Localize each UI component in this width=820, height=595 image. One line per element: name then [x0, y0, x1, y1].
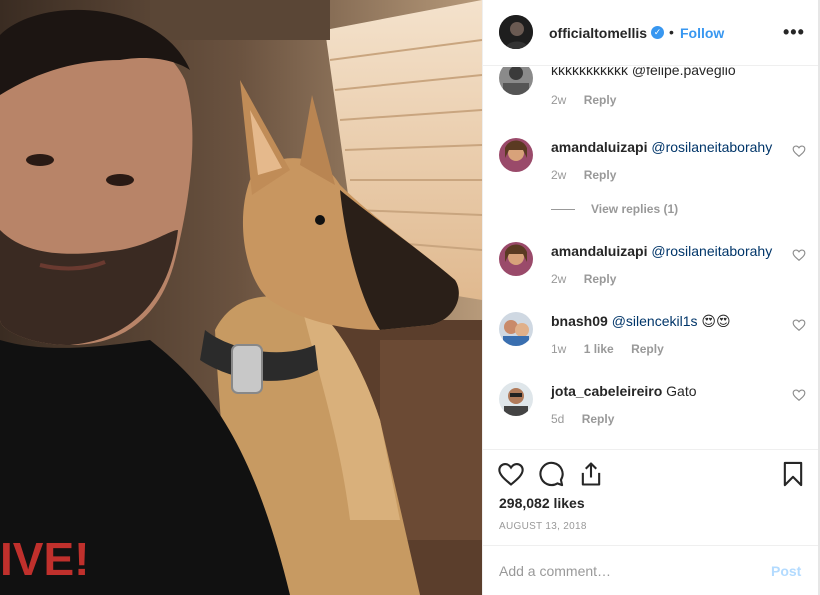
reply-button[interactable]: Reply	[631, 342, 664, 356]
avatar-image	[499, 138, 533, 172]
view-replies-button[interactable]: View replies (1)	[551, 202, 678, 216]
comments-list[interactable]: kkkkkkkkkkk @felipe.paveglio 2w Reply am…	[483, 67, 819, 449]
post-comment-button[interactable]: Post	[771, 563, 801, 579]
view-replies-line	[551, 209, 575, 211]
follow-button[interactable]: Follow	[680, 25, 724, 41]
post-header: officialtomellis ✓ • Follow •••	[483, 0, 819, 66]
comment-icon[interactable]	[537, 460, 565, 488]
comment-mention[interactable]: @silencekil1s	[612, 313, 698, 329]
comment-meta: 2w Reply	[551, 272, 630, 286]
comment-text: jota_cabeleireiro Gato	[551, 382, 697, 400]
post-photo[interactable]: IVE!	[0, 0, 482, 595]
commenter-username[interactable]: amandaluizapi	[551, 243, 647, 259]
comment-text: amandaluizapi @rosilaneitaborahy	[551, 138, 772, 156]
heart-icon[interactable]	[792, 318, 806, 332]
share-icon[interactable]	[577, 460, 605, 488]
avatar-image	[499, 382, 533, 416]
avatar-image	[499, 15, 533, 49]
reply-button[interactable]: Reply	[584, 272, 617, 286]
commenter-avatar[interactable]	[499, 382, 533, 416]
post-actions: 298,082 likes AUGUST 13, 2018	[483, 449, 819, 545]
heart-icon[interactable]	[792, 144, 806, 158]
author-avatar[interactable]	[499, 15, 533, 49]
comment-meta: 1w 1 like Reply	[551, 342, 678, 356]
commenter-avatar[interactable]	[499, 312, 533, 346]
comment-likes-count[interactable]: 1 like	[584, 342, 614, 356]
comment-body[interactable]: kkkkkkkkkkk @felipe.paveglio	[551, 67, 736, 78]
more-options-icon[interactable]: •••	[783, 22, 805, 43]
shirt-print-text: IVE!	[0, 533, 89, 585]
comment-text: kkkkkkkkkkk @felipe.paveglio	[551, 67, 736, 79]
commenter-username[interactable]: bnash09	[551, 313, 608, 329]
comment-age[interactable]: 2w	[551, 168, 566, 182]
post-detail-panel: officialtomellis ✓ • Follow ••• kkkkkkkk…	[482, 0, 819, 595]
commenter-username[interactable]: amandaluizapi	[551, 139, 647, 155]
photo-illustration: IVE!	[0, 0, 482, 595]
comment-text: amandaluizapi @rosilaneitaborahy	[551, 242, 772, 260]
comment-age[interactable]: 2w	[551, 93, 566, 107]
comment-body: Gato	[666, 383, 697, 399]
reply-button[interactable]: Reply	[582, 412, 615, 426]
heart-icon[interactable]	[792, 388, 806, 402]
comment-emoji: 😍😍	[701, 313, 731, 329]
author-username[interactable]: officialtomellis	[549, 25, 647, 41]
commenter-username[interactable]: jota_cabeleireiro	[551, 383, 662, 399]
comment-age[interactable]: 2w	[551, 272, 566, 286]
add-comment-input[interactable]	[499, 560, 749, 582]
comment-item: kkkkkkkkkkk @felipe.paveglio 2w Reply	[483, 67, 819, 121]
commenter-avatar[interactable]	[499, 67, 533, 95]
commenter-avatar[interactable]	[499, 242, 533, 276]
comment-meta: 2w Reply	[551, 168, 630, 182]
add-comment-bar: Post	[483, 545, 819, 595]
comment-mention[interactable]: @rosilaneitaborahy	[651, 139, 772, 155]
avatar-image	[499, 67, 533, 95]
likes-count[interactable]: 298,082 likes	[499, 495, 585, 511]
comment-item: amandaluizapi @rosilaneitaborahy 2w Repl…	[483, 138, 819, 198]
view-replies-label: View replies (1)	[591, 202, 679, 216]
comment-mention[interactable]: @rosilaneitaborahy	[651, 243, 772, 259]
comment-meta: 5d Reply	[551, 412, 628, 426]
comment-age[interactable]: 5d	[551, 412, 564, 426]
comment-item: bnash09 @silencekil1s 😍😍 1w 1 like Reply	[483, 312, 819, 372]
post-date[interactable]: AUGUST 13, 2018	[499, 521, 587, 532]
header-separator: •	[669, 24, 674, 40]
bookmark-icon[interactable]	[779, 460, 807, 488]
comment-meta: 2w Reply	[551, 93, 630, 107]
reply-button[interactable]: Reply	[584, 168, 617, 182]
comment-item: jota_cabeleireiro Gato 5d Reply	[483, 382, 819, 442]
comment-text: bnash09 @silencekil1s 😍😍	[551, 312, 731, 330]
verified-badge-icon: ✓	[651, 26, 664, 39]
reply-button[interactable]: Reply	[584, 93, 617, 107]
heart-icon[interactable]	[792, 248, 806, 262]
avatar-image	[499, 312, 533, 346]
comment-item: amandaluizapi @rosilaneitaborahy 2w Repl…	[483, 242, 819, 302]
heart-icon[interactable]	[497, 460, 525, 488]
comment-age[interactable]: 1w	[551, 342, 566, 356]
commenter-avatar[interactable]	[499, 138, 533, 172]
avatar-image	[499, 242, 533, 276]
